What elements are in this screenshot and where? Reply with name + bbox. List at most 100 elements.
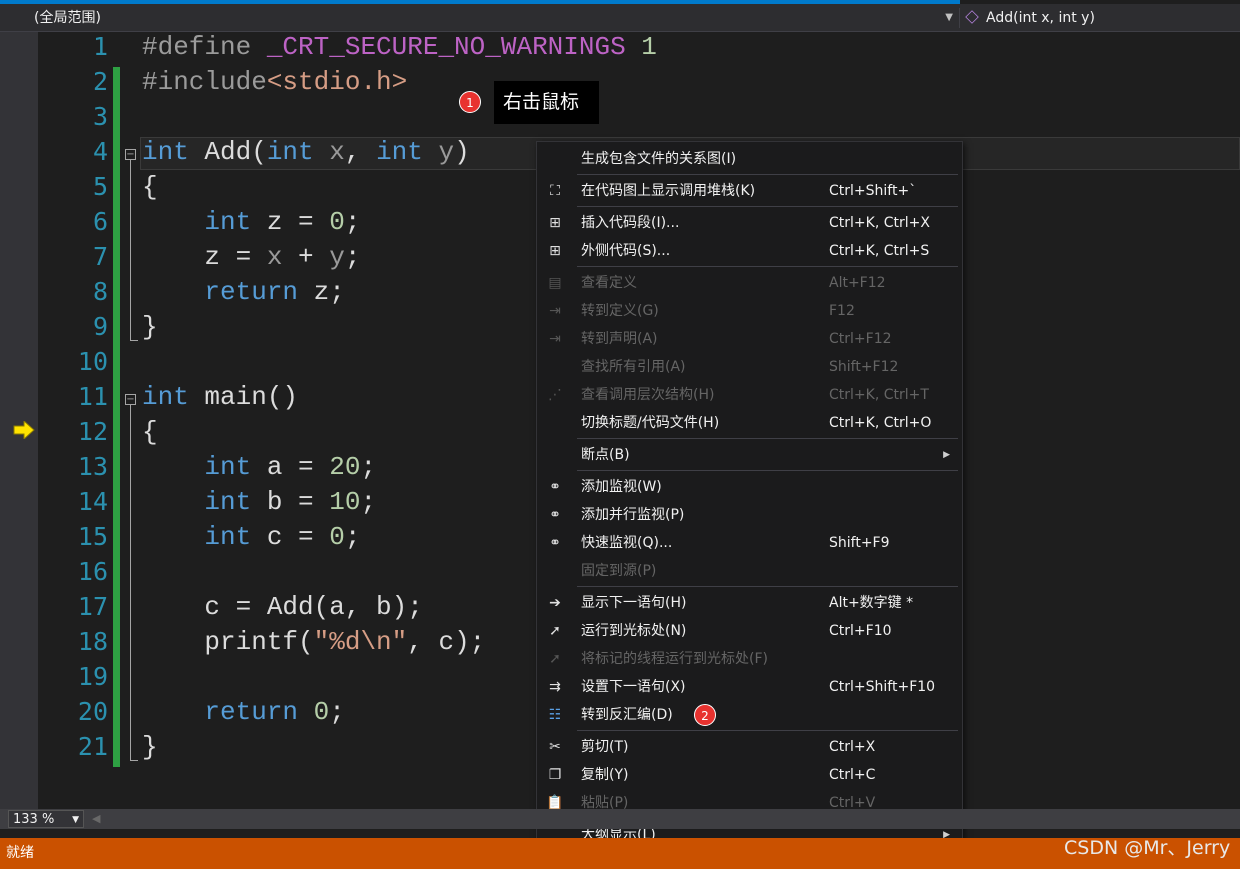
fold-guide bbox=[130, 405, 131, 760]
line-number: 21 bbox=[77, 732, 108, 761]
menu-item-add-watch[interactable]: ⚭ 添加监视(W) bbox=[537, 473, 962, 501]
watch-glasses-icon: ⚭ bbox=[549, 479, 561, 495]
cursor-icon: ➚ bbox=[549, 651, 561, 667]
surround-with-icon: ⊞ bbox=[549, 243, 561, 259]
menu-item-toggle-header-code[interactable]: 切换标题/代码文件(H) Ctrl+K, Ctrl+O bbox=[537, 409, 962, 437]
code-line: return z; bbox=[204, 277, 345, 307]
zoom-dropdown[interactable]: 133 % ▼ bbox=[8, 810, 84, 828]
line-number: 1 bbox=[92, 32, 108, 61]
code-line: int main() bbox=[142, 382, 299, 412]
menu-item-label: 外侧代码(S)... bbox=[581, 243, 671, 259]
menu-item-shortcut: Ctrl+Shift+` bbox=[829, 183, 917, 199]
fold-guide-end bbox=[130, 760, 138, 761]
menu-item-set-next-statement[interactable]: ⇉ 设置下一语句(X) Ctrl+Shift+F10 bbox=[537, 673, 962, 701]
menu-item-surround-with[interactable]: ⊞ 外侧代码(S)... Ctrl+K, Ctrl+S bbox=[537, 237, 962, 265]
menu-item-go-to-definition: ⇥ 转到定义(G) F12 bbox=[537, 297, 962, 325]
menu-item-shortcut: Ctrl+C bbox=[829, 767, 876, 783]
menu-item-label: 添加监视(W) bbox=[581, 479, 662, 495]
menu-item-label: 运行到光标处(N) bbox=[581, 623, 687, 639]
watermark: CSDN @Mr、Jerry bbox=[1064, 837, 1231, 859]
menu-item-shortcut: Alt+F12 bbox=[829, 275, 886, 291]
code-line: { bbox=[142, 417, 158, 447]
menu-separator bbox=[577, 730, 958, 731]
line-number: 20 bbox=[77, 697, 108, 726]
menu-item-shortcut: Ctrl+F10 bbox=[829, 623, 892, 639]
context-menu: 生成包含文件的关系图(I) ⛶ 在代码图上显示调用堆栈(K) Ctrl+Shif… bbox=[536, 141, 963, 852]
line-number: 11 bbox=[77, 382, 108, 411]
set-next-statement-icon: ⇉ bbox=[549, 679, 561, 695]
arrow-right-icon: ➔ bbox=[549, 595, 561, 611]
menu-item-copy[interactable]: ❐ 复制(Y) Ctrl+C bbox=[537, 761, 962, 789]
menu-item-breakpoint[interactable]: 断点(B) ▶ bbox=[537, 441, 962, 469]
menu-item-label: 转到反汇编(D) bbox=[581, 707, 673, 723]
menu-item-label: 生成包含文件的关系图(I) bbox=[581, 151, 737, 167]
menu-item-go-to-disassembly[interactable]: ☷ 转到反汇编(D) bbox=[537, 701, 962, 729]
line-number: 7 bbox=[92, 242, 108, 271]
menu-item-pin-to-source: 固定到源(P) bbox=[537, 557, 962, 585]
menu-item-show-next-statement[interactable]: ➔ 显示下一语句(H) Alt+数字键 * bbox=[537, 589, 962, 617]
code-line: int b = 10; bbox=[204, 487, 377, 517]
watch-glasses-icon: ⚭ bbox=[549, 507, 561, 523]
code-line: } bbox=[142, 732, 158, 762]
line-number: 13 bbox=[77, 452, 108, 481]
menu-item-insert-snippet[interactable]: ⊞ 插入代码段(I)... Ctrl+K, Ctrl+X bbox=[537, 209, 962, 237]
submenu-arrow-icon: ▶ bbox=[943, 450, 950, 460]
current-statement-arrow-icon[interactable] bbox=[13, 421, 35, 439]
scroll-left-icon[interactable]: ◀ bbox=[92, 812, 100, 825]
menu-item-shortcut: Ctrl+K, Ctrl+O bbox=[829, 415, 932, 431]
menu-item-add-parallel-watch[interactable]: ⚭ 添加并行监视(P) bbox=[537, 501, 962, 529]
menu-item-label: 固定到源(P) bbox=[581, 563, 657, 579]
code-line: } bbox=[142, 312, 158, 342]
line-number: 14 bbox=[77, 487, 108, 516]
code-map-icon: ⛶ bbox=[550, 183, 560, 199]
scope-dropdown[interactable]: (全局范围) ▼ bbox=[8, 8, 960, 28]
member-dropdown[interactable]: Add(int x, int y) bbox=[962, 8, 1232, 28]
zoom-level: 133 % bbox=[13, 812, 55, 827]
status-text: 就绪 bbox=[6, 845, 34, 861]
copy-icon: ❐ bbox=[548, 767, 562, 783]
menu-item-label: 在代码图上显示调用堆栈(K) bbox=[581, 183, 756, 199]
fold-guide bbox=[130, 160, 131, 340]
menu-item-show-callstack-codemap[interactable]: ⛶ 在代码图上显示调用堆栈(K) Ctrl+Shift+` bbox=[537, 177, 962, 205]
collapse-icon[interactable]: − bbox=[125, 394, 136, 405]
menu-item-shortcut: Shift+F12 bbox=[829, 359, 899, 375]
code-line: z = x + y; bbox=[142, 242, 361, 272]
line-number: 18 bbox=[77, 627, 108, 656]
code-line: { bbox=[142, 172, 158, 202]
menu-item-label: 快速监视(Q)... bbox=[581, 535, 673, 551]
call-hierarchy-icon: ⋰ bbox=[548, 387, 562, 403]
menu-item-label: 将标记的线程运行到光标处(F) bbox=[581, 651, 768, 667]
menu-item-label: 转到声明(A) bbox=[581, 331, 658, 347]
menu-item-label: 插入代码段(I)... bbox=[581, 215, 680, 231]
collapse-icon[interactable]: − bbox=[125, 149, 136, 160]
menu-item-shortcut: Ctrl+K, Ctrl+X bbox=[829, 215, 930, 231]
change-tracking-bar bbox=[113, 67, 120, 767]
menu-item-cut[interactable]: ✂ 剪切(T) Ctrl+X bbox=[537, 733, 962, 761]
method-cube-icon bbox=[965, 10, 979, 24]
line-number: 8 bbox=[92, 277, 108, 306]
menu-item-label: 复制(Y) bbox=[581, 767, 629, 783]
fold-guide-end bbox=[130, 340, 138, 341]
menu-item-shortcut: F12 bbox=[829, 303, 855, 319]
menu-separator bbox=[577, 470, 958, 471]
scissors-icon: ✂ bbox=[549, 739, 561, 755]
code-line: printf("%d\n", c); bbox=[142, 627, 486, 657]
line-number: 2 bbox=[92, 67, 108, 96]
menu-item-go-to-declaration: ⇥ 转到声明(A) Ctrl+F12 bbox=[537, 325, 962, 353]
menu-separator bbox=[577, 206, 958, 207]
menu-item-label: 查看定义 bbox=[581, 275, 637, 291]
menu-separator bbox=[577, 174, 958, 175]
menu-separator bbox=[577, 266, 958, 267]
status-bar: 就绪 bbox=[0, 838, 1240, 869]
menu-item-run-to-cursor[interactable]: ➚ 运行到光标处(N) Ctrl+F10 bbox=[537, 617, 962, 645]
menu-item-include-graph[interactable]: 生成包含文件的关系图(I) bbox=[537, 145, 962, 173]
menu-item-quick-watch[interactable]: ⚭ 快速监视(Q)... Shift+F9 bbox=[537, 529, 962, 557]
scope-dropdown-label: (全局范围) bbox=[34, 10, 101, 26]
menu-item-label: 显示下一语句(H) bbox=[581, 595, 687, 611]
line-number: 5 bbox=[92, 172, 108, 201]
line-number: 12 bbox=[77, 417, 108, 446]
line-number: 9 bbox=[92, 312, 108, 341]
chevron-down-icon: ▼ bbox=[945, 12, 953, 23]
horizontal-scrollbar[interactable]: ◀ bbox=[0, 809, 1240, 829]
peek-definition-icon: ▤ bbox=[548, 275, 562, 291]
